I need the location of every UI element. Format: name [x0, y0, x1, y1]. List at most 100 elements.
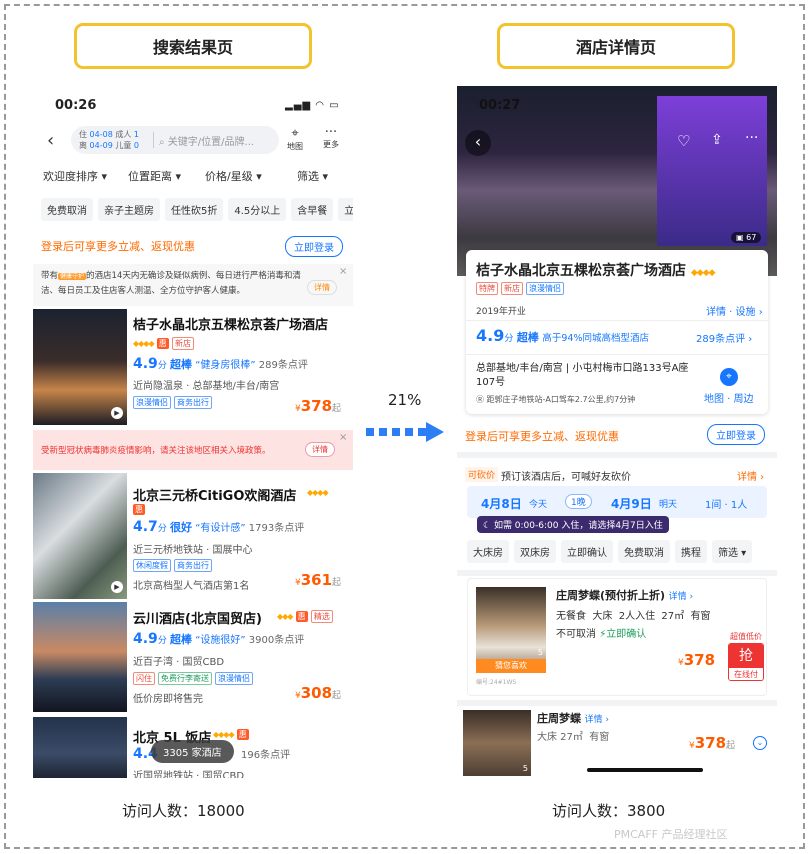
hotel-price: ¥308起	[295, 684, 342, 702]
hotel-hero-photo	[457, 86, 777, 276]
filter-chip[interactable]: 立	[338, 198, 353, 221]
bargain-detail[interactable]: 详情 ›	[737, 468, 764, 483]
hotel-score: 4.9	[133, 356, 158, 372]
checkin-date[interactable]: 4月8日	[481, 495, 522, 512]
search-input[interactable]: ⌕ 关键字/位置/品牌...	[159, 133, 254, 148]
status-time: 00:26	[55, 98, 97, 113]
filter-chip[interactable]: 4.5分以上	[228, 198, 287, 221]
score-level: 超棒	[516, 331, 539, 344]
hotel-photo: ▶	[33, 473, 127, 599]
right-visitors: 访问人数：3800	[552, 802, 666, 820]
location-pin-icon[interactable]: ⌖	[720, 368, 738, 386]
login-button[interactable]: 立即登录	[285, 236, 343, 257]
date-selector[interactable]: 4月8日 今天 1晚 4月9日 明天 1间 · 1人	[467, 486, 767, 518]
promo-badge: 惠	[156, 338, 169, 349]
rooms-guests[interactable]: 1间 · 1人	[705, 496, 747, 511]
new-tag: 新店	[501, 282, 523, 295]
sort-distance[interactable]: 位置距离 ▾	[128, 168, 181, 184]
more-icon[interactable]: ···	[745, 130, 758, 146]
login-text: 登录后可享更多立减、返现优惠	[465, 430, 619, 443]
hotel-address[interactable]: 总部基地/丰台/南宫 | 小屯村梅市口路133号A座107号	[476, 362, 694, 390]
room-filter-chip[interactable]: 大床房	[467, 540, 509, 563]
checkout-date[interactable]: 4月9日	[611, 495, 652, 512]
sort-filter[interactable]: 筛选 ▾	[297, 168, 328, 184]
facilities-link[interactable]: 详情 · 设施 ›	[706, 303, 763, 318]
room-name: 庄周梦蝶(预付折上折)	[556, 589, 666, 602]
score-row[interactable]: 4.9分 超棒 高于94%同城高档型酒店	[476, 326, 649, 345]
grab-button[interactable]: 抢 在线付	[728, 643, 764, 681]
bargain-text: 预订该酒店后，可喊好友砍价	[501, 472, 631, 483]
room-id: 编号:24#1WS	[476, 679, 517, 686]
map-button[interactable]: ⌖ 地图	[287, 126, 303, 152]
search-bar[interactable]: 住 04-08 成人 1 离 04-09 儿童 0 ⌕ 关键字/位置/品牌...	[71, 126, 279, 154]
filter-chip[interactable]: 亲子主题房	[98, 198, 160, 221]
opened-year: 2019年开业	[476, 307, 526, 317]
promo-badge: 惠	[295, 611, 308, 622]
filter-chip[interactable]: 含早餐	[291, 198, 334, 221]
left-visitors: 访问人数：18000	[122, 802, 245, 820]
more-button[interactable]: ··· 更多	[323, 126, 339, 150]
hotel-highlight: 北京高档型人气酒店第1名	[133, 581, 250, 592]
hotel-score: 4.9	[133, 631, 158, 647]
room-card[interactable]: 5 猜您喜欢 编号:24#1WS 庄周梦蝶(预付折上折) 详情 › 无餐食 大床…	[467, 578, 767, 696]
photo-count[interactable]: ▣ 67	[731, 232, 762, 243]
diamond-rating: ◆◆◆◆	[307, 488, 329, 497]
reviews-link[interactable]: 289条点评 ›	[696, 330, 752, 345]
play-icon: ▶	[111, 407, 123, 419]
home-indicator	[587, 768, 703, 772]
login-banner: 登录后可享更多立减、返现优惠 立即登录	[457, 418, 777, 450]
back-icon[interactable]: ‹	[47, 130, 54, 151]
sort-popularity[interactable]: 欢迎度排序 ▾	[43, 168, 107, 184]
room-card[interactable]: 5 庄周梦蝶 详情 › 大床 27㎡ 有窗 ¥378起 ⌄	[457, 706, 777, 778]
hotel-tag: 浪漫情侣	[526, 282, 564, 295]
hotel-card[interactable]: 云川酒店(北京国贸店) ◆◆◆ 惠 精选 4.9分 超棒 “设施很好” 3900…	[33, 602, 353, 722]
sort-price[interactable]: 价格/星级 ▾	[205, 168, 262, 184]
covid-banner: 受新型冠状病毒肺炎疫情影响，请关注该地区相关入境政策。 详情 ×	[33, 430, 353, 470]
hotel-location: 近国贸地铁站 · 国贸CBD	[133, 771, 245, 778]
hotel-tag: 商务出行	[174, 396, 212, 409]
diamond-rating: ◆◆◆◆	[133, 339, 155, 348]
room-photo: 5 猜您喜欢	[476, 587, 546, 673]
health-badge: 健康守护	[58, 273, 87, 280]
room-info: 大床 27㎡ 有窗	[537, 732, 610, 743]
filter-chip[interactable]: 任性砍5折	[165, 198, 224, 221]
hotel-count-badge: 3305 家酒店	[151, 740, 234, 763]
room-detail-link[interactable]: 详情 ›	[585, 715, 609, 725]
notice-detail-button[interactable]: 详情	[307, 280, 337, 295]
health-notice: 带有 健康守护 的酒店14天内无确诊及疑似病例、每日进行严格消毒和清洁、每日员工及住…	[33, 264, 353, 306]
share-icon[interactable]: ⇪	[711, 132, 723, 148]
favorite-icon[interactable]: ♡	[677, 132, 690, 150]
room-filters: 大床房 双床房 立即确认 免费取消 携程 筛选 ▾	[467, 540, 777, 563]
brand-badge: 特牌	[476, 282, 498, 295]
date-box[interactable]: 住 04-08 成人 1 离 04-09 儿童 0	[79, 129, 139, 151]
room-filter-chip[interactable]: 携程	[675, 540, 707, 563]
room-filter-chip[interactable]: 免费取消	[618, 540, 670, 563]
room-filter-chip[interactable]: 双床房	[514, 540, 556, 563]
promo-badge: 惠	[236, 729, 249, 740]
hotel-highlight: 低价房即将售完	[133, 694, 203, 705]
distance-info: Ⓡ 距郭庄子地铁站-A口驾车2.7公里,约7分钟	[476, 395, 636, 404]
covid-detail-button[interactable]: 详情	[305, 442, 335, 457]
hotel-name: 桔子水晶北京五棵松京荟广场酒店	[133, 318, 329, 333]
room-filter-chip[interactable]: 立即确认	[561, 540, 613, 563]
night-checkin-tip: ☾ 如需 0:00-6:00 入住，请选择4月7日入住	[477, 516, 669, 533]
featured-tag: 精选	[310, 610, 333, 623]
back-icon[interactable]: ‹	[465, 130, 491, 156]
map-link[interactable]: 地图 · 周边	[704, 390, 754, 405]
room-detail-link[interactable]: 详情 ›	[669, 592, 693, 602]
map-pin-icon: ⌖	[291, 126, 299, 141]
login-button[interactable]: 立即登录	[707, 424, 765, 445]
hotel-location: 近三元桥地铁站 · 国展中心	[133, 545, 253, 556]
filter-chip[interactable]: 免费取消	[41, 198, 93, 221]
hotel-card[interactable]: ▶ 桔子水晶北京五棵松京荟广场酒店 ◆◆◆◆ 惠 新店 4.9分 超棒 “健身房…	[33, 309, 353, 429]
close-icon[interactable]: ×	[339, 432, 347, 443]
score-level: 很好	[170, 521, 193, 534]
login-text: 登录后可享更多立减、返现优惠	[41, 240, 195, 253]
expand-icon[interactable]: ⌄	[753, 736, 767, 750]
room-filter-menu[interactable]: 筛选 ▾	[712, 540, 753, 563]
hotel-photo	[33, 717, 127, 778]
quick-filters: 免费取消 亲子主题房 任性砍5折 4.5分以上 含早餐立	[41, 198, 353, 221]
hotel-card[interactable]: ▶ 北京三元桥CitiGO欢阁酒店 ◆◆◆◆ 惠 4.7分 很好 “有设计感” …	[33, 473, 353, 599]
close-icon[interactable]: ×	[339, 266, 347, 277]
hotel-tag: 闪住	[133, 672, 155, 685]
